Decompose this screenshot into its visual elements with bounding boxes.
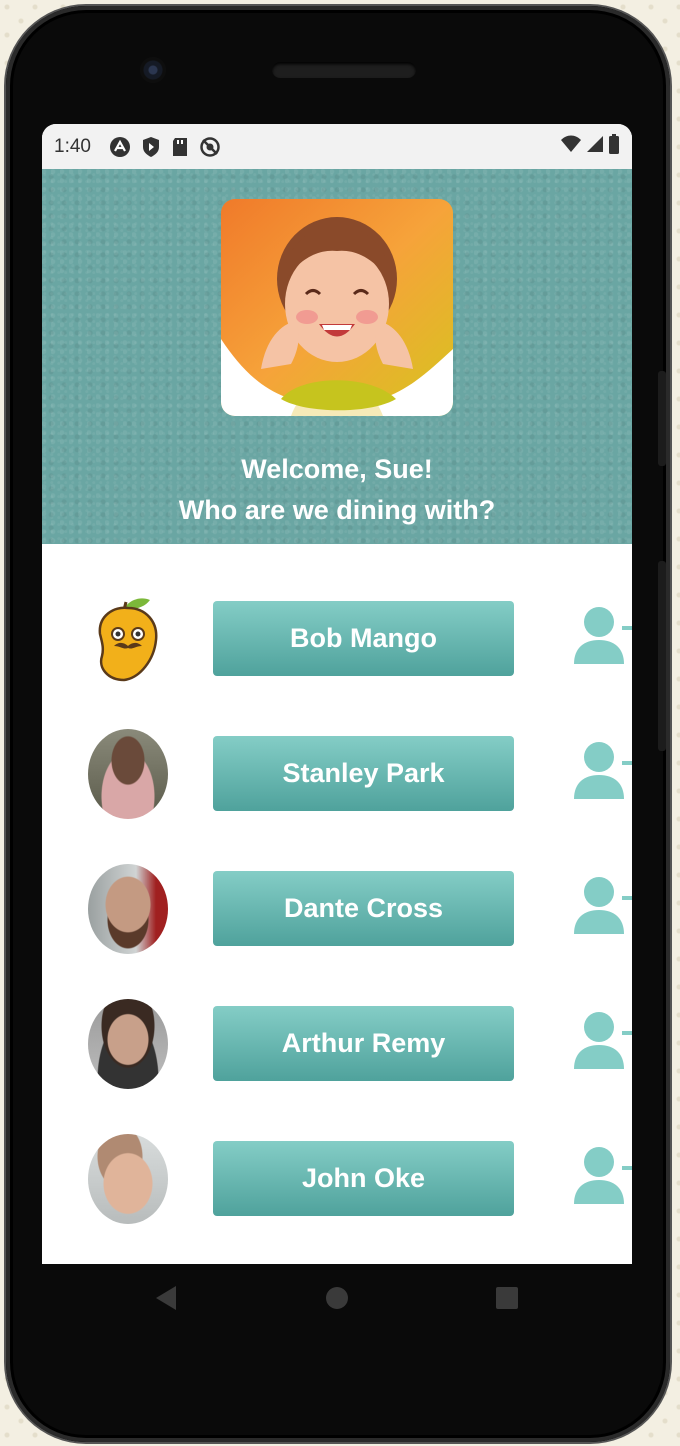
add-user-icon[interactable]: [572, 604, 632, 668]
earpiece-speaker: [272, 62, 416, 78]
contact-button-stanley-park[interactable]: Stanley Park: [213, 736, 514, 811]
contact-button-bob-mango[interactable]: Bob Mango: [213, 601, 514, 676]
welcome-header: Welcome, Sue! Who are we dining with?: [42, 169, 632, 544]
welcome-subtitle: Who are we dining with?: [178, 495, 496, 525]
young-man-photo-avatar: [88, 1134, 168, 1224]
bearded-man-photo-avatar: [88, 864, 168, 954]
signal-icon: [586, 135, 604, 158]
status-time: 1:40: [54, 135, 91, 157]
back-icon[interactable]: [154, 1284, 178, 1317]
front-camera: [140, 57, 166, 83]
volume-button: [658, 371, 666, 466]
contact-row: Dante Cross: [42, 864, 632, 954]
shield-icon: [141, 136, 161, 158]
contact-button-dante-cross[interactable]: Dante Cross: [213, 871, 514, 946]
mango-avatar: [88, 594, 168, 684]
add-user-icon[interactable]: [572, 1144, 632, 1208]
add-user-icon[interactable]: [572, 874, 632, 938]
contact-row: Stanley Park: [42, 729, 632, 819]
recents-icon[interactable]: [495, 1284, 519, 1317]
contact-row: Bob Mango: [42, 598, 632, 682]
status-bar: 1:40: [42, 124, 632, 169]
add-user-icon[interactable]: [572, 1009, 632, 1073]
status-system-icons: [560, 134, 620, 159]
a-icon: [109, 136, 131, 158]
no-tracking-icon: [199, 136, 221, 158]
contact-row: Arthur Remy: [42, 999, 632, 1089]
status-notification-icons: [109, 136, 221, 158]
man-photo-avatar: [88, 999, 168, 1089]
battery-icon: [608, 134, 620, 159]
sd-card-icon: [171, 137, 189, 157]
woman-photo-avatar: [88, 729, 168, 819]
user-avatar-illustration: [221, 199, 453, 416]
add-user-icon[interactable]: [572, 739, 632, 803]
home-icon[interactable]: [325, 1284, 349, 1317]
power-button: [658, 561, 666, 751]
wifi-icon: [560, 135, 582, 158]
app-screen: 1:40 Welcome, Sue! Who are we dining wit…: [42, 124, 632, 1264]
welcome-title: Welcome, Sue!: [241, 454, 433, 484]
contact-row: John Oke: [42, 1134, 632, 1224]
contact-button-john-oke[interactable]: John Oke: [213, 1141, 514, 1216]
contact-button-arthur-remy[interactable]: Arthur Remy: [213, 1006, 514, 1081]
